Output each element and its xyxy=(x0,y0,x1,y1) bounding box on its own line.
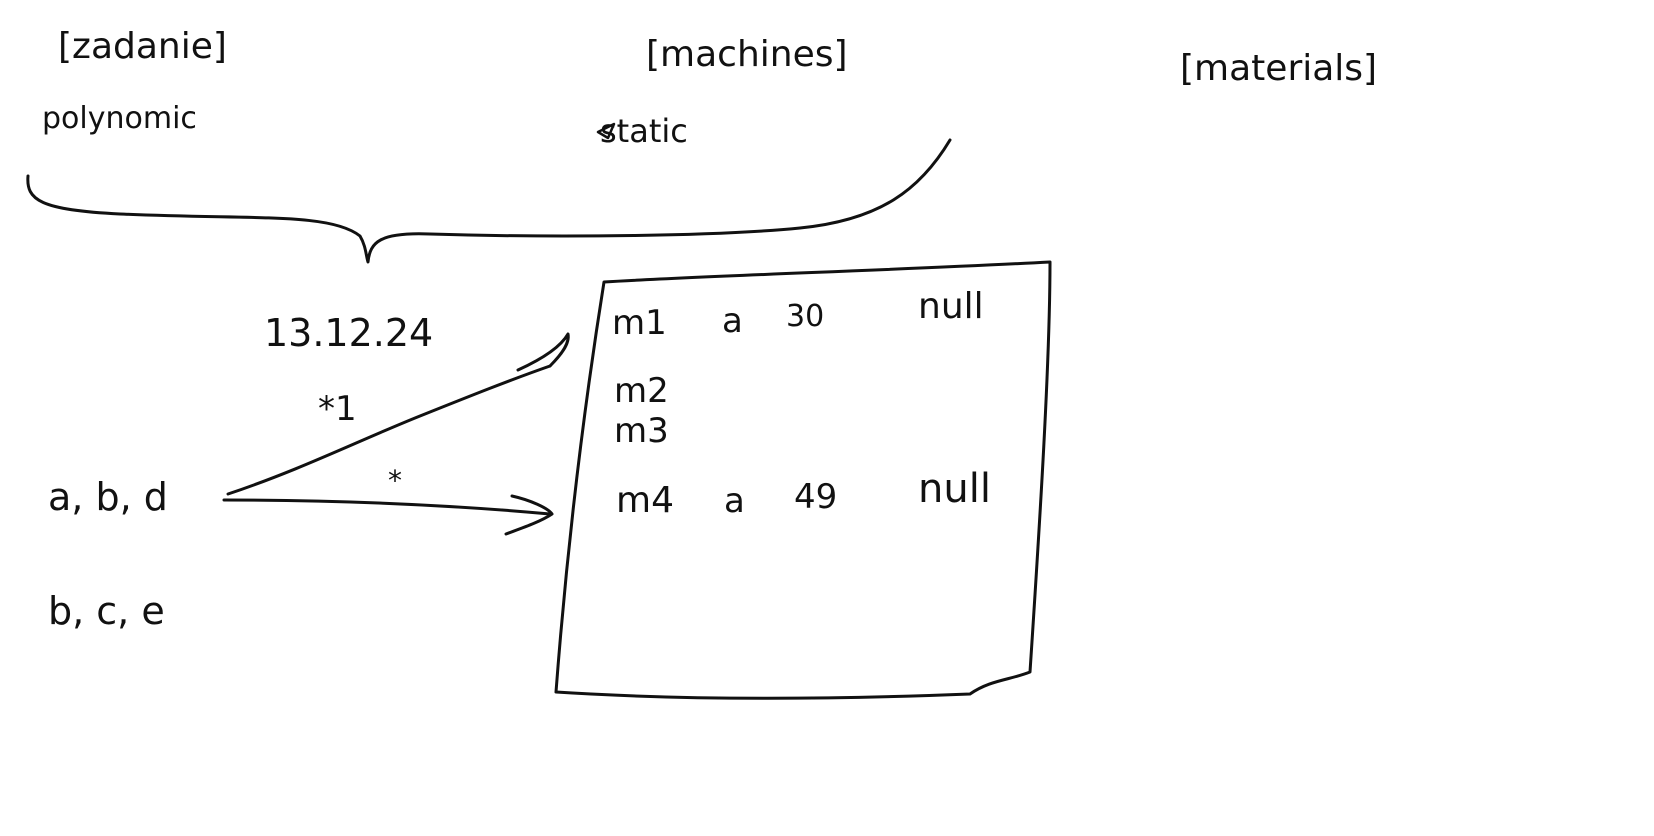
label-machines: [machines] xyxy=(646,34,848,75)
table-row: m3 xyxy=(614,411,669,451)
table-row: m1 a 30 null xyxy=(612,286,984,343)
table-row: m4 a 49 null xyxy=(616,466,991,521)
arrow-upper-head-icon xyxy=(516,332,570,372)
label-abd: a, b, d xyxy=(48,475,168,519)
table-cell: 30 xyxy=(786,299,824,334)
label-polynomic: polynomic xyxy=(42,101,197,136)
label-zadanie: [zadanie] xyxy=(58,26,227,67)
label-static: static xyxy=(600,112,688,150)
table-cell: a xyxy=(722,301,743,341)
label-star: * xyxy=(388,464,402,497)
table-cell: m4 xyxy=(616,480,674,521)
table-cell: null xyxy=(918,286,984,327)
table-cell: null xyxy=(918,466,991,512)
label-star1: *1 xyxy=(318,389,357,429)
arrow-lower-line xyxy=(222,498,552,516)
label-bce: b, c, e xyxy=(48,589,165,633)
label-materials: [materials] xyxy=(1180,48,1377,89)
table-cell: a xyxy=(724,481,745,521)
label-date: 13.12.24 xyxy=(264,311,433,355)
whiteboard-canvas: [zadanie] polynomic [machines] static [m… xyxy=(26,26,1377,700)
table-cell: m1 xyxy=(612,303,667,343)
table-row: m2 xyxy=(614,371,669,411)
table-cell: m3 xyxy=(614,411,669,451)
table-cell: 49 xyxy=(794,477,837,517)
curly-brace xyxy=(26,138,952,264)
table-cell: m2 xyxy=(614,371,669,411)
